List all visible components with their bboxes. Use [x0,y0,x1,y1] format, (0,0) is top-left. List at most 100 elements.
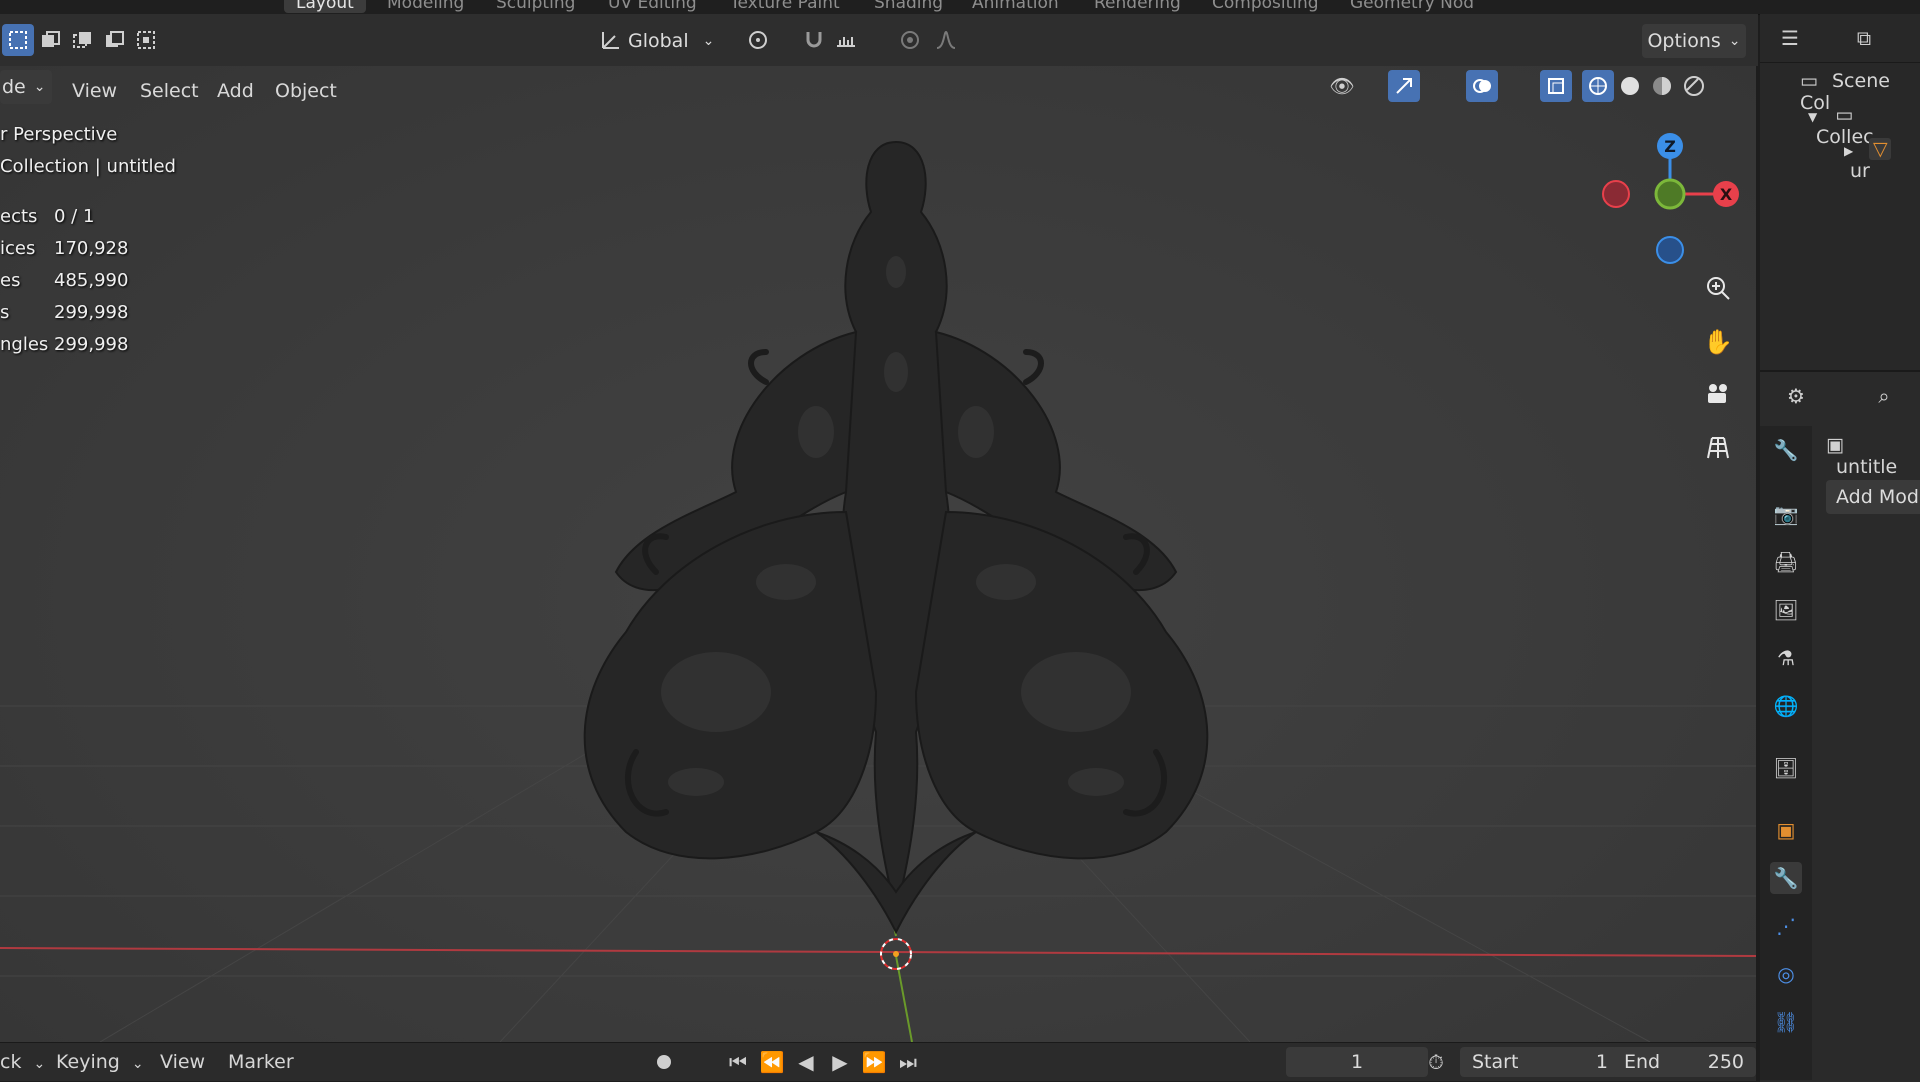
render-tab-icon[interactable]: 📷 [1770,498,1802,530]
menu-view[interactable]: View [72,80,117,102]
overlays-icon[interactable] [1466,70,1498,102]
tab-compositing[interactable]: Compositing [1212,0,1319,13]
stat-value-triangles: 299,998 [54,334,129,355]
scene-tab-icon[interactable]: ⚗ [1770,642,1802,674]
play-icon[interactable]: ▶ [824,1046,856,1078]
select-subtract-icon[interactable] [66,24,98,56]
menu-object[interactable]: Object [275,80,337,102]
timeline-marker-menu[interactable]: Marker [228,1051,294,1073]
transform-orientation-select[interactable]: Global ⌄ [628,26,728,56]
jump-end-icon[interactable]: ⏭ [892,1046,924,1078]
pan-hand-icon[interactable]: ✋ [1698,322,1738,362]
neg-x-axis-icon [1602,180,1630,208]
options-dropdown[interactable]: Options ⌄ [1642,24,1746,58]
search-icon[interactable]: ⌕ [1868,380,1900,412]
select-difference-icon[interactable] [98,24,130,56]
object-tab-icon[interactable]: ▣ [1770,814,1802,846]
snap-increment-icon[interactable] [830,24,862,56]
tab-texture-paint[interactable]: Texture Paint [730,0,840,13]
collection-tab-icon[interactable]: 🗄 [1770,752,1802,784]
mode-select[interactable]: de ⌄ [0,70,52,104]
start-frame-field[interactable]: Start 1 [1460,1047,1620,1077]
start-value: 1 [1595,1051,1608,1073]
stopwatch-icon[interactable]: ⏱ [1420,1046,1452,1078]
current-frame-field[interactable]: 1 [1286,1047,1428,1077]
perspective-grid-icon[interactable] [1698,428,1738,468]
chevron-down-icon: ⌄ [33,79,46,95]
keying-menu[interactable]: Keying ⌄ [56,1051,144,1073]
add-modifier-button[interactable]: Add Modif [1826,480,1920,514]
select-intersect-icon[interactable] [130,24,162,56]
transform-orientation-icon [594,24,626,56]
select-extend-icon[interactable] [34,24,66,56]
physics-tab-icon[interactable]: ◎ [1770,958,1802,990]
chevron-down-icon: ⌄ [33,1056,46,1072]
tab-sculpting[interactable]: Sculpting [496,0,575,13]
outliner-display-mode-icon[interactable]: ☰ [1774,22,1806,54]
tool-tab-icon[interactable]: 🔧 [1770,434,1802,466]
transform-orientation-label: Global [628,30,689,52]
view-name: r Perspective [0,124,118,145]
3d-viewport[interactable]: de ⌄ View Select Add Object 👁 r Perspect… [0,66,1756,1042]
pivot-point-icon[interactable] [742,24,774,56]
chevron-down-icon: ⌄ [1728,33,1741,49]
stat-label-vertices: ices [0,238,36,259]
prev-keyframe-icon[interactable]: ⏪ [756,1046,788,1078]
camera-view-icon[interactable] [1698,374,1738,414]
navigation-gizmo[interactable]: Z X [1590,116,1750,276]
proportional-edit-icon[interactable] [894,24,926,56]
tab-uv-editing[interactable]: UV Editing [608,0,697,13]
tab-geometry-nodes[interactable]: Geometry Nod [1350,0,1474,13]
object-row[interactable]: ▶ ▽ ur [1844,138,1920,182]
visibility-eye-icon[interactable]: 👁 [1326,70,1358,102]
playback-menu[interactable]: ck ⌄ [0,1051,45,1073]
properties-tabs: 🔧 📷 🖨 🖼 ⚗ 🌐 🗄 ▣ 🔧 ⋰ ◎ ⛓ [1760,426,1812,1080]
stat-label-faces: s [0,302,10,323]
constraints-tab-icon[interactable]: ⛓ [1770,1006,1802,1038]
snap-magnet-icon[interactable] [798,24,830,56]
world-tab-icon[interactable]: 🌐 [1770,690,1802,722]
gizmo-toggle-icon[interactable] [1388,70,1420,102]
tab-shading[interactable]: Shading [874,0,943,13]
object-label: ur [1850,160,1870,182]
zoom-icon[interactable] [1698,268,1738,308]
xray-icon[interactable] [1540,70,1572,102]
shading-rendered-icon[interactable] [1678,70,1710,102]
shading-solid-icon[interactable] [1614,70,1646,102]
stat-label-objects: ects [0,206,38,227]
menu-add[interactable]: Add [217,80,254,102]
timeline-view-menu[interactable]: View [160,1051,205,1073]
select-new-icon[interactable] [2,24,34,56]
3d-cursor-icon[interactable] [876,934,916,974]
record-icon[interactable] [648,1046,680,1078]
tab-layout[interactable]: Layout [284,0,366,13]
output-tab-icon[interactable]: 🖨 [1770,546,1802,578]
tab-animation[interactable]: Animation [972,0,1059,13]
particles-tab-icon[interactable]: ⋰ [1770,910,1802,942]
shading-wireframe-icon[interactable] [1582,70,1614,102]
end-value: 250 [1707,1051,1744,1073]
tab-rendering[interactable]: Rendering [1094,0,1181,13]
jump-start-icon[interactable]: ⏮ [722,1046,754,1078]
falloff-curve-icon[interactable] [930,24,962,56]
y-axis-icon [1654,178,1686,210]
menu-select[interactable]: Select [140,80,199,102]
filter-icon[interactable]: ⧉ [1848,22,1880,54]
editor-type-icon[interactable]: ⚙ [1780,380,1812,412]
end-frame-field[interactable]: End 250 [1612,1047,1756,1077]
view-layer-tab-icon[interactable]: 🖼 [1770,594,1802,626]
stat-value-edges: 485,990 [54,270,129,291]
stat-value-vertices: 170,928 [54,238,129,259]
play-reverse-icon[interactable]: ◀ [790,1046,822,1078]
ornament-mesh[interactable] [516,132,1276,952]
workspace-bar: Layout Modeling Sculpting UV Editing Tex… [0,0,1920,15]
modifier-tab-icon[interactable]: 🔧 [1770,862,1802,894]
stat-value-objects: 0 / 1 [54,206,95,227]
next-keyframe-icon[interactable]: ⏩ [858,1046,890,1078]
tool-settings-bar: Global ⌄ Options ⌄ [0,14,1758,66]
shading-material-icon[interactable] [1646,70,1678,102]
mesh-object-icon: ▽ [1869,138,1892,160]
playback-menu-label: ck [0,1051,22,1073]
tab-modeling[interactable]: Modeling [387,0,464,13]
collapse-arrow-icon: ▶ [1844,144,1854,158]
